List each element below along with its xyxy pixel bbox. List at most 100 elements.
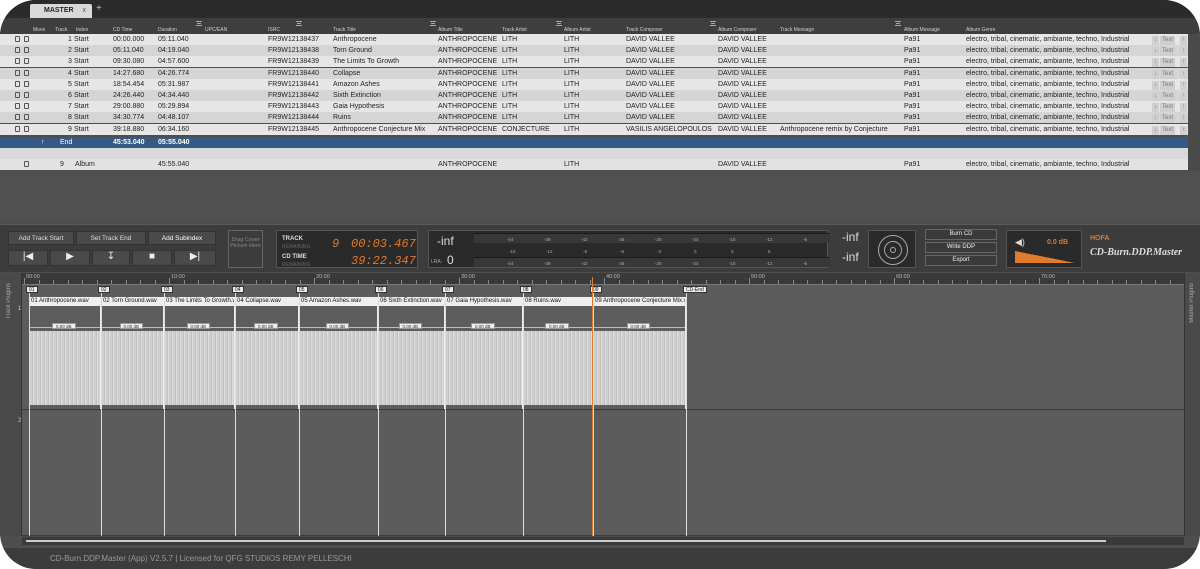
arrow-down-icon[interactable]: ↓	[1152, 58, 1159, 68]
save-icon[interactable]	[24, 161, 29, 168]
play-button[interactable]: ▶	[50, 250, 90, 266]
filter-icon[interactable]	[430, 21, 436, 26]
table-row[interactable]: 1 Start 00:00.000 05:11.040 FR9W12138437 Anth…	[0, 34, 1200, 45]
scroll-thumb[interactable]	[26, 540, 1106, 542]
track-marker[interactable]: 06	[375, 286, 387, 293]
table-row[interactable]: 3 Start 09:30.080 04:57.600 FR9W12138439 The …	[0, 56, 1200, 68]
master-plugins-sidebar[interactable]: Master Plugins	[1184, 273, 1200, 536]
arrow-down-icon[interactable]: ↓	[1152, 125, 1159, 135]
arrow-up-icon[interactable]: ↑	[1180, 92, 1187, 101]
column-header[interactable]: Index	[76, 27, 88, 33]
text-button[interactable]: Text	[1160, 103, 1176, 113]
audio-clip[interactable]: 08 Ruins.wav 0.00 dB	[523, 297, 593, 409]
text-button[interactable]: Text	[1160, 114, 1176, 124]
clip-gain[interactable]: 0.00 dB	[254, 323, 278, 329]
text-button[interactable]: Text	[1160, 125, 1176, 135]
arrow-up-icon[interactable]: ↑	[1180, 114, 1187, 124]
save-icon[interactable]	[24, 92, 29, 98]
write-ddp-button[interactable]: Write DDP	[925, 242, 997, 253]
column-header[interactable]: Track Title	[333, 27, 356, 33]
clip-gain[interactable]: 0.00 dB	[119, 323, 144, 329]
lock-icon[interactable]	[15, 58, 20, 65]
column-header[interactable]: Album Title	[438, 27, 463, 33]
cursor-to-start-button[interactable]: ↧	[92, 250, 130, 266]
audio-clip[interactable]: 05 Amazon Ashes.wav 0.00 dB	[299, 297, 378, 409]
arrow-down-icon[interactable]: ↓	[1152, 47, 1159, 57]
add-subindex-button[interactable]: Add Subindex	[148, 231, 216, 245]
lock-icon[interactable]	[15, 114, 20, 121]
playhead[interactable]	[592, 277, 593, 536]
arrow-up-icon[interactable]: ↑	[1180, 103, 1187, 113]
arrow-down-icon[interactable]: ↓	[1152, 114, 1159, 124]
save-icon[interactable]	[24, 58, 29, 65]
volume-slider[interactable]	[1015, 251, 1075, 263]
clip-gain[interactable]: 0.00 dB	[186, 323, 211, 329]
track-marker[interactable]: 02	[98, 286, 110, 293]
filter-icon[interactable]	[710, 21, 716, 26]
lock-icon[interactable]	[15, 36, 20, 42]
lock-icon[interactable]	[15, 92, 20, 98]
track-marker[interactable]: 08	[520, 286, 532, 293]
audio-clip[interactable]: 06 Sixth Extinction.wav 0.00 dB	[378, 297, 445, 409]
clip-gain[interactable]: 0.00 dB	[325, 323, 350, 329]
burn-cd-button[interactable]: Burn CD	[925, 229, 997, 240]
save-icon[interactable]	[24, 114, 29, 121]
table-row[interactable]: 8 Start 34:30.774 04:48.107 FR9W12138444 Ruin…	[0, 112, 1200, 124]
column-header[interactable]: Album Genre	[966, 27, 995, 33]
volume-control[interactable]: ◀) 0.0 dB	[1006, 230, 1082, 268]
column-header[interactable]: Track Message	[780, 27, 814, 33]
arrow-up-icon[interactable]: ↑	[1180, 125, 1187, 135]
clip-gain[interactable]: 0.00 dB	[545, 323, 569, 329]
set-track-end-button[interactable]: Set Track End	[76, 231, 146, 245]
track-marker[interactable]: CD-End	[683, 286, 707, 293]
column-header[interactable]: Duration	[158, 27, 177, 33]
table-row[interactable]: 7 Start 29:00.880 05:29.894 FR9W12138443 Gaia…	[0, 101, 1200, 113]
text-button[interactable]: Text	[1160, 47, 1176, 57]
track-plugins-sidebar[interactable]: Track Plugins 1 2	[0, 273, 22, 536]
save-icon[interactable]	[24, 125, 29, 132]
stop-button[interactable]: ■	[132, 250, 172, 266]
album-row[interactable]: 9 Album 45:55.040 ANTHROPOCENE LITH DAVID VAL…	[0, 159, 1200, 171]
arrow-down-icon[interactable]: ↓	[1152, 92, 1159, 101]
add-track-start-button[interactable]: Add Track Start	[8, 231, 74, 245]
lock-icon[interactable]	[15, 103, 20, 110]
text-button[interactable]: Text	[1160, 92, 1176, 101]
column-header[interactable]: Track Composer	[626, 27, 663, 33]
save-icon[interactable]	[24, 47, 29, 54]
filter-icon[interactable]	[556, 21, 562, 26]
audio-clip[interactable]: 07 Gaia Hypothesis.wav 0.00 dB	[445, 297, 523, 409]
save-icon[interactable]	[24, 36, 29, 42]
column-header[interactable]: ISRC	[268, 27, 280, 33]
table-row[interactable]: 2 Start 05:11.040 04:19.040 FR9W12138438 Torn…	[0, 45, 1200, 57]
lock-icon[interactable]	[15, 125, 20, 132]
column-header[interactable]: UPC/EAN	[205, 27, 227, 33]
arrow-up-icon[interactable]: ↑	[1180, 58, 1187, 68]
table-row[interactable]: 9 Start 39:18.880 06:34.160 FR9W12138445 Anth…	[0, 123, 1200, 135]
text-button[interactable]: Text	[1160, 58, 1176, 68]
column-header[interactable]: Track Artist	[502, 27, 527, 33]
audio-clip[interactable]: 01 Anthropocene.wav 0.00 dB	[29, 297, 101, 409]
column-header[interactable]: CD Time	[113, 27, 132, 33]
audio-clip[interactable]: 09 Anthropocene Conjecture Mix.wav 0.00 d…	[593, 297, 686, 409]
track-marker[interactable]: 05	[296, 286, 308, 293]
previous-track-button[interactable]: |◀	[8, 250, 48, 266]
clip-gain[interactable]: 0.00 dB	[52, 323, 76, 329]
filter-icon[interactable]	[196, 21, 202, 26]
column-header[interactable]: Album Artist	[564, 27, 591, 33]
export-button[interactable]: Export	[925, 255, 997, 266]
arrow-up-icon[interactable]: ↑	[1180, 69, 1187, 79]
lock-icon[interactable]	[15, 80, 20, 87]
column-header[interactable]: Move	[33, 27, 45, 33]
tab-master[interactable]: MASTER x	[30, 4, 92, 18]
timeline-ruler[interactable]: 00:00 10:00 20:00 30:00 40:00 50:00 60:00 70:00	[22, 273, 1184, 285]
audio-clip[interactable]: 04 Collapse.wav 0.00 dB	[235, 297, 299, 409]
column-header[interactable]: Album Composer	[718, 27, 757, 33]
save-icon[interactable]	[24, 80, 29, 87]
column-header[interactable]: Track	[55, 27, 67, 33]
table-row[interactable]: 6 Start 24:26.440 04:34.440 FR9W12138442 Sixt…	[0, 90, 1200, 101]
track-marker[interactable]: 01	[26, 286, 38, 293]
text-button[interactable]: Text	[1160, 80, 1176, 90]
column-header[interactable]: Album Message	[904, 27, 940, 33]
table-row[interactable]: 5 Start 18:54.454 05:31.987 FR9W12138441 Amaz…	[0, 78, 1200, 90]
close-icon[interactable]: x	[83, 7, 87, 14]
